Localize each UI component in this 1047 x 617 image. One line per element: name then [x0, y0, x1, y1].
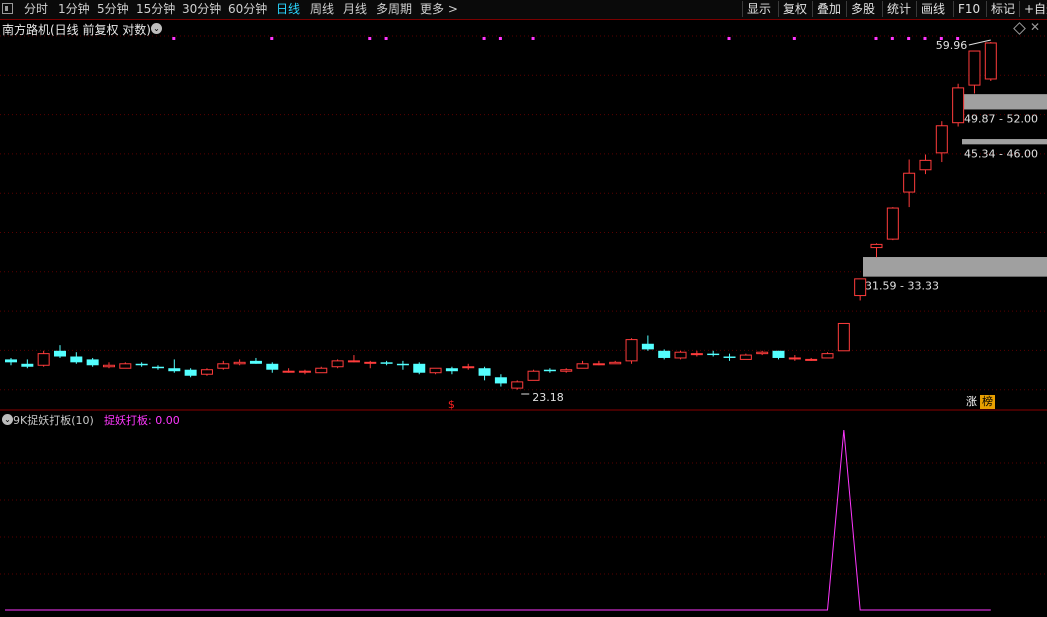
- signal-dot: [792, 37, 796, 40]
- candle-body: [266, 363, 279, 370]
- signal-dot: [531, 37, 535, 40]
- candle-body: [135, 363, 148, 366]
- candle-body: [151, 366, 164, 369]
- candle-body: [576, 363, 589, 369]
- candle-body: [854, 278, 867, 297]
- candle-body: [837, 322, 850, 352]
- candle-body: [707, 353, 720, 356]
- candle-body: [462, 366, 475, 369]
- candle-body: [984, 42, 997, 80]
- signal-dot: [482, 37, 486, 40]
- candle-body: [788, 357, 801, 360]
- candle-body: [543, 369, 556, 372]
- signal-dot: [890, 37, 894, 40]
- indicator-line: [5, 429, 991, 611]
- candle-body: [217, 363, 230, 369]
- candle-body: [298, 370, 311, 373]
- low-label: 23.18: [532, 391, 564, 404]
- candle-body: [494, 377, 507, 384]
- candle-body: [723, 356, 736, 358]
- candle-body: [527, 370, 540, 381]
- candle-body: [429, 367, 442, 374]
- signal-dot: [368, 37, 372, 40]
- indicator-value: 捉妖打板: 0.00: [104, 414, 180, 427]
- candle-body: [805, 358, 818, 361]
- candle-body: [282, 370, 295, 373]
- candle-body: [364, 361, 377, 364]
- indicator-menu-icon[interactable]: ⌄: [2, 414, 13, 425]
- candle-body: [625, 339, 638, 362]
- candle-body: [658, 350, 671, 358]
- candle-body: [86, 359, 99, 366]
- zone-label: 31.59 - 33.33: [865, 280, 939, 293]
- candle-body: [37, 353, 50, 366]
- signal-dot: [727, 37, 731, 40]
- candle-body: [609, 361, 622, 365]
- signal-dot: [923, 37, 927, 40]
- signal-dot: [270, 37, 274, 40]
- candle-body: [772, 350, 785, 358]
- candle-body: [756, 351, 769, 355]
- support-zone: [962, 139, 1047, 145]
- candle-body: [739, 354, 752, 360]
- candle-body: [119, 363, 132, 369]
- candle-body: [315, 367, 328, 374]
- candle-body: [380, 362, 393, 364]
- candle-body: [21, 363, 34, 367]
- signal-dot: [172, 37, 176, 40]
- candle-body: [331, 360, 344, 368]
- candle-body: [347, 360, 360, 363]
- candle-body: [5, 359, 17, 363]
- candle-body: [445, 368, 458, 372]
- candle-body: [641, 343, 654, 350]
- high-label: 59.96: [936, 39, 968, 52]
- candle-body: [396, 363, 409, 366]
- signal-dot: [907, 37, 911, 40]
- signal-dot: [874, 37, 878, 40]
- limit-up-badge[interactable]: 涨: [964, 395, 979, 409]
- support-zone: [962, 94, 1047, 110]
- candle-body: [919, 159, 932, 171]
- candle-body: [200, 369, 213, 375]
- candle-body: [511, 381, 524, 389]
- candle-body: [70, 356, 83, 363]
- candle-body: [249, 360, 262, 364]
- candle-body: [478, 368, 491, 376]
- zone-label: 45.34 - 46.00: [964, 147, 1038, 160]
- signal-dot: [384, 37, 388, 40]
- indicator-title: 9K捉妖打板(10): [13, 414, 94, 427]
- candle-body: [968, 50, 981, 86]
- candle-body: [886, 207, 899, 240]
- event-marker: $: [448, 398, 455, 411]
- candle-body: [592, 363, 605, 366]
- candle-body: [168, 368, 181, 372]
- candle-body: [952, 87, 965, 124]
- candle-body: [870, 243, 883, 249]
- candle-body: [560, 369, 573, 372]
- candle-body: [413, 363, 426, 373]
- candle-body: [935, 125, 948, 154]
- ranking-badge[interactable]: 榜: [980, 395, 995, 409]
- signal-dot: [498, 37, 502, 40]
- candlestick-chart: 49.87 - 52.0045.34 - 46.0031.59 - 33.33 …: [0, 35, 1047, 611]
- candle-body: [903, 172, 916, 193]
- candle-body: [53, 350, 66, 357]
- candle-body: [184, 369, 197, 376]
- support-zone: [863, 257, 1047, 277]
- candle-body: [674, 351, 687, 359]
- zone-label: 49.87 - 52.00: [964, 112, 1038, 125]
- candle-body: [821, 353, 834, 359]
- candle-body: [233, 361, 246, 365]
- candle-body: [102, 364, 115, 368]
- candle-body: [690, 353, 703, 356]
